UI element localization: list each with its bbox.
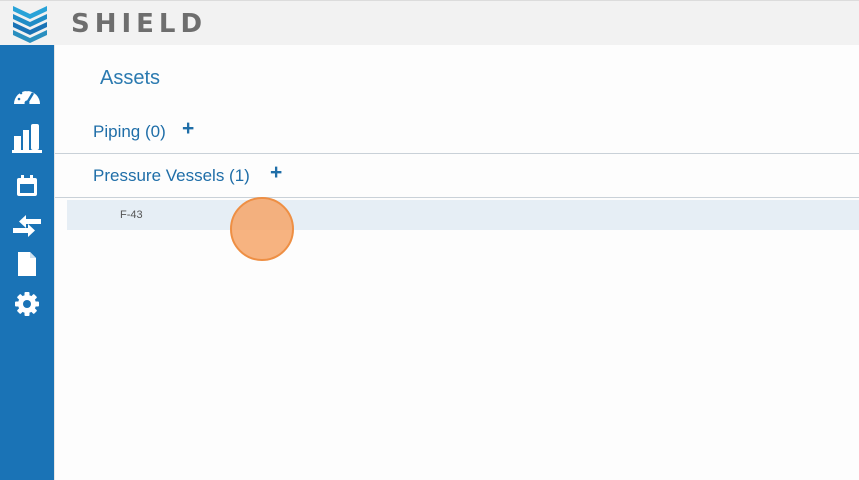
sidebar-item-documents[interactable] (9, 249, 45, 279)
add-piping-button[interactable]: + (182, 118, 194, 140)
add-pressure-vessel-button[interactable]: + (270, 162, 282, 184)
piping-section-label[interactable]: Piping (0) (93, 122, 166, 142)
sidebar-nav (0, 45, 54, 480)
assets-panel: Assets Piping (0) + Pressure Vessels (1)… (54, 45, 859, 480)
shield-logo-icon (13, 6, 47, 43)
pressure-vessels-section-label[interactable]: Pressure Vessels (1) (93, 166, 250, 186)
asset-name: F-43 (120, 209, 143, 221)
list-item[interactable]: F-43 (67, 200, 859, 230)
sidebar-item-settings[interactable] (9, 289, 45, 319)
page-title: Assets (100, 67, 161, 89)
dashboard-gauge-icon (14, 88, 40, 106)
document-icon (18, 252, 36, 276)
sidebar-item-transfer[interactable] (9, 211, 45, 241)
sidebar-item-calendar[interactable] (9, 171, 45, 201)
plant-facility-icon (12, 124, 42, 153)
transfer-arrows-icon (13, 215, 41, 237)
sidebar-item-dashboard[interactable] (9, 80, 45, 110)
section-pressure-vessels: Pressure Vessels (1) + (55, 154, 859, 198)
app-header: SHIELD (0, 0, 859, 45)
brand-name: SHIELD (71, 9, 208, 39)
sidebar-item-facilities[interactable] (9, 123, 45, 153)
section-piping: Piping (0) + (55, 110, 859, 154)
calendar-icon (17, 175, 37, 196)
settings-gear-icon (15, 292, 39, 316)
